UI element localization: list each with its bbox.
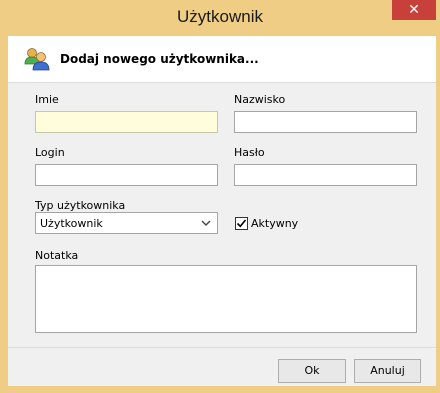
login-label: Login xyxy=(35,146,65,159)
dialog-header: Dodaj nowego użytkownika... xyxy=(8,36,436,83)
password-field[interactable] xyxy=(234,164,417,186)
title-bar[interactable]: Użytkownik ✕ xyxy=(0,0,440,36)
login-field[interactable] xyxy=(35,164,218,186)
ok-button[interactable]: Ok xyxy=(278,359,346,383)
aktywny-checkbox[interactable] xyxy=(235,217,248,230)
haslo-label: Hasło xyxy=(234,146,265,159)
dialog-footer: Ok Anuluj xyxy=(8,347,436,386)
notatka-field[interactable] xyxy=(35,265,417,333)
cancel-button[interactable]: Anuluj xyxy=(354,359,421,383)
close-button[interactable]: ✕ xyxy=(392,0,436,20)
nazwisko-field[interactable] xyxy=(234,111,417,133)
dialog-heading: Dodaj nowego użytkownika... xyxy=(60,52,259,66)
nazwisko-label: Nazwisko xyxy=(234,93,286,106)
imie-label: Imie xyxy=(35,93,59,106)
imie-field[interactable] xyxy=(35,111,218,133)
dialog-body: Dodaj nowego użytkownika... Imie Nazwisk… xyxy=(8,36,436,386)
window-title: Użytkownik xyxy=(177,7,263,26)
typ-label: Typ użytkownika xyxy=(35,199,126,212)
chevron-down-icon xyxy=(201,220,211,226)
user-type-value: Użytkownik xyxy=(40,217,103,230)
notatka-label: Notatka xyxy=(35,249,79,262)
users-icon xyxy=(24,48,50,71)
checkmark-icon xyxy=(236,219,247,228)
user-type-select[interactable]: Użytkownik xyxy=(35,212,218,234)
close-icon: ✕ xyxy=(408,2,420,18)
aktywny-label: Aktywny xyxy=(251,217,299,230)
